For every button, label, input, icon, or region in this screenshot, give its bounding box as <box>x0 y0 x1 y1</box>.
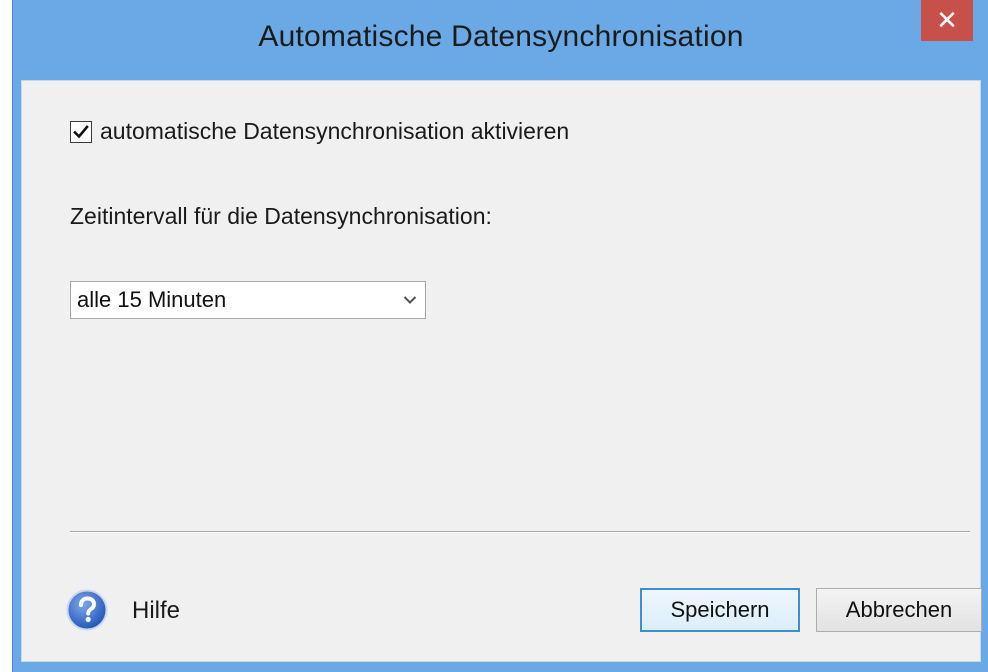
auto-sync-checkbox-row[interactable]: automatische Datensynchronisation aktivi… <box>70 118 569 145</box>
close-icon: ✕ <box>936 5 958 35</box>
footer-divider <box>70 531 970 533</box>
title-bar[interactable]: Automatische Datensynchronisation ✕ <box>13 0 988 80</box>
chevron-down-icon <box>395 282 425 318</box>
background-strip <box>0 0 12 672</box>
window-title: Automatische Datensynchronisation <box>258 20 744 53</box>
interval-select-value: alle 15 Minuten <box>77 287 227 312</box>
checkmark-icon <box>73 124 89 138</box>
help-question-icon[interactable] <box>66 589 108 631</box>
help-link[interactable]: Hilfe <box>132 597 180 625</box>
interval-select[interactable]: alle 15 Minuten <box>70 281 426 319</box>
dialog-content: automatische Datensynchronisation aktivi… <box>21 80 982 662</box>
close-button[interactable]: ✕ <box>921 0 973 41</box>
save-button[interactable]: Speichern <box>640 588 800 632</box>
cancel-button[interactable]: Abbrechen <box>816 588 982 632</box>
auto-sync-checkbox-label: automatische Datensynchronisation aktivi… <box>100 118 570 144</box>
interval-label: Zeitintervall für die Datensynchronisati… <box>70 203 492 229</box>
auto-sync-checkbox[interactable] <box>70 120 92 143</box>
window-frame: Automatische Datensynchronisation ✕ auto… <box>12 0 988 672</box>
dialog-window: Automatische Datensynchronisation ✕ auto… <box>0 0 988 672</box>
